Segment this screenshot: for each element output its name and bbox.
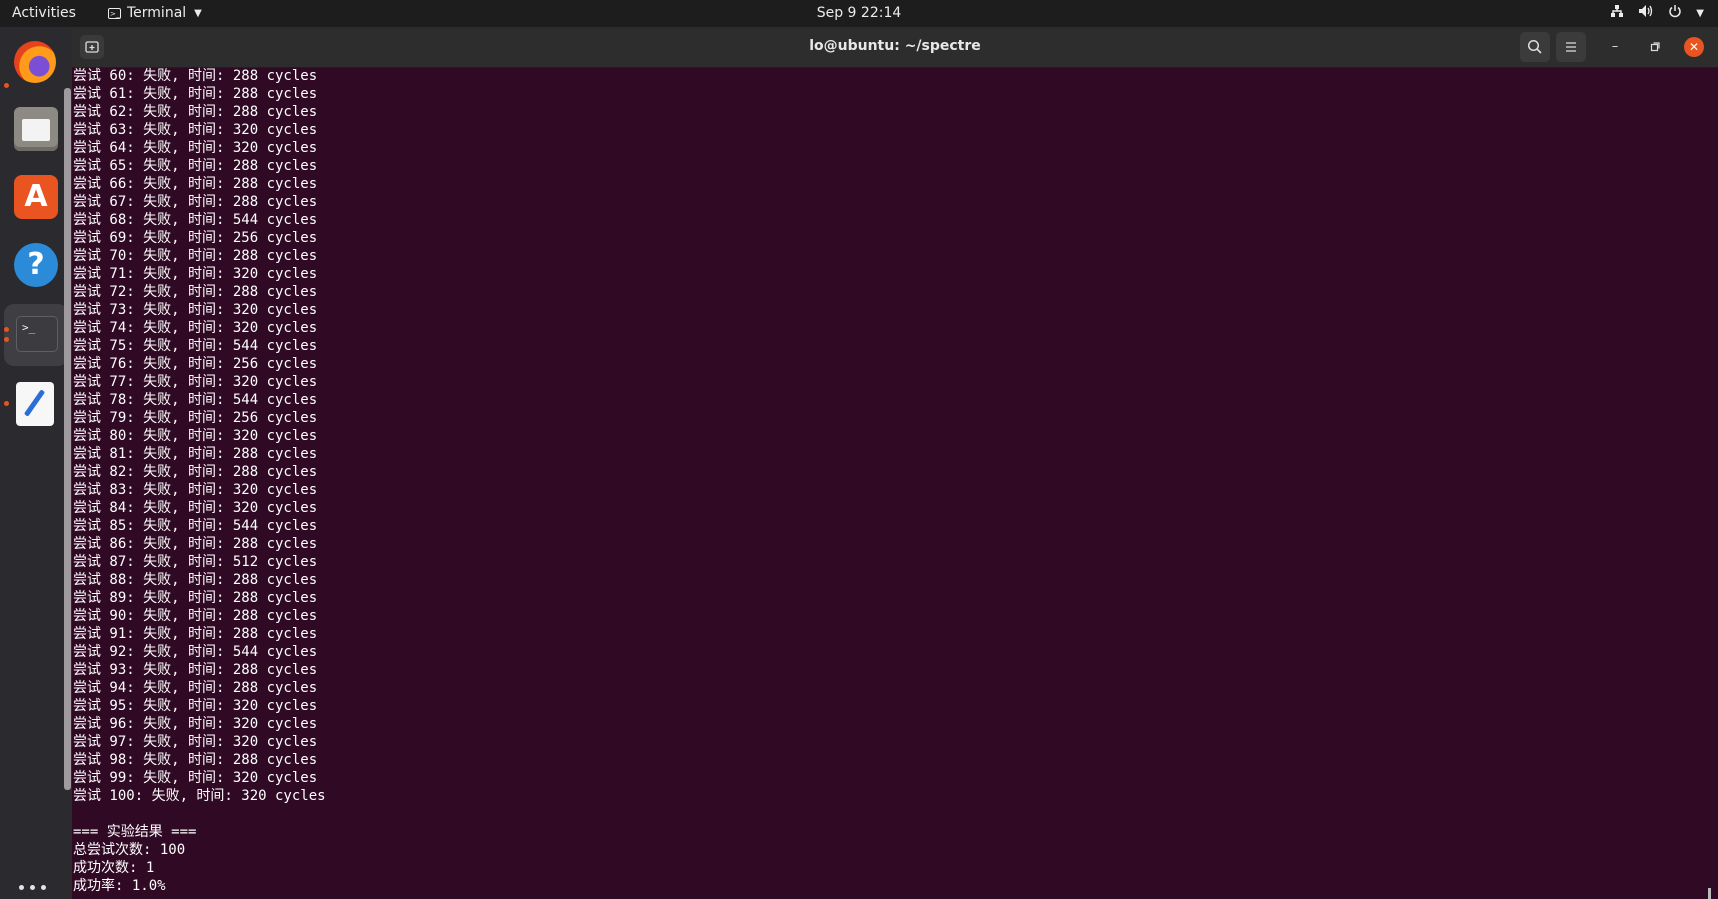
- terminal-line: 尝试 70: 失败, 时间: 288 cycles: [73, 248, 318, 264]
- terminal-line: 尝试 91: 失败, 时间: 288 cycles: [73, 626, 318, 642]
- search-button[interactable]: [1520, 32, 1550, 62]
- terminal-icon: >_: [16, 316, 58, 352]
- dock-item-files[interactable]: [0, 97, 72, 151]
- terminal-line: 尝试 65: 失败, 时间: 288 cycles: [73, 158, 318, 174]
- new-tab-button[interactable]: [80, 35, 104, 59]
- terminal-line: 尝试 62: 失败, 时间: 288 cycles: [73, 104, 318, 120]
- terminal-line: 尝试 79: 失败, 时间: 256 cycles: [73, 410, 318, 426]
- terminal-line: 尝试 85: 失败, 时间: 544 cycles: [73, 518, 318, 534]
- window-title: lo@ubuntu: ~/spectre: [809, 38, 981, 54]
- terminal-scrollbar[interactable]: [64, 88, 71, 790]
- volume-icon[interactable]: [1638, 4, 1654, 22]
- terminal-line: 尝试 69: 失败, 时间: 256 cycles: [73, 230, 318, 246]
- top-bar: Activities >_ Terminal ▼ Sep 9 22:14 ▼: [0, 0, 1718, 27]
- dock-item-text-editor[interactable]: [0, 372, 72, 426]
- running-indicator: [4, 327, 9, 332]
- network-icon[interactable]: [1610, 4, 1624, 22]
- maximize-button[interactable]: [1645, 37, 1665, 57]
- terminal-line: 尝试 72: 失败, 时间: 288 cycles: [73, 284, 318, 300]
- running-indicator: [4, 401, 9, 406]
- terminal-line: 尝试 88: 失败, 时间: 288 cycles: [73, 572, 318, 588]
- scrollbar-thumb[interactable]: [1708, 888, 1711, 899]
- files-icon: [14, 107, 58, 151]
- dock-item-firefox[interactable]: [0, 31, 72, 83]
- activities-button[interactable]: Activities: [12, 5, 76, 21]
- terminal-line: 尝试 81: 失败, 时间: 288 cycles: [73, 446, 318, 462]
- terminal-line: 尝试 86: 失败, 时间: 288 cycles: [73, 536, 318, 552]
- terminal-line: 尝试 80: 失败, 时间: 320 cycles: [73, 428, 318, 444]
- firefox-icon: [14, 41, 56, 83]
- terminal-line: 尝试 63: 失败, 时间: 320 cycles: [73, 122, 318, 138]
- power-icon[interactable]: [1668, 4, 1682, 22]
- terminal-line: 尝试 76: 失败, 时间: 256 cycles: [73, 356, 318, 372]
- terminal-line: 尝试 95: 失败, 时间: 320 cycles: [73, 698, 318, 714]
- terminal-line: 尝试 100: 失败, 时间: 320 cycles: [73, 788, 326, 804]
- clock[interactable]: Sep 9 22:14: [817, 5, 902, 21]
- terminal-line: 尝试 74: 失败, 时间: 320 cycles: [73, 320, 318, 336]
- close-button[interactable]: ✕: [1684, 37, 1704, 57]
- terminal-line: 成功次数: 1: [73, 860, 155, 876]
- minimize-button[interactable]: –: [1605, 37, 1625, 57]
- terminal-line: 尝试 96: 失败, 时间: 320 cycles: [73, 716, 318, 732]
- terminal-line: 尝试 64: 失败, 时间: 320 cycles: [73, 140, 318, 156]
- terminal-line: 尝试 68: 失败, 时间: 544 cycles: [73, 212, 318, 228]
- terminal-line: 尝试 82: 失败, 时间: 288 cycles: [73, 464, 318, 480]
- show-apps-icon[interactable]: [19, 885, 46, 890]
- terminal-output[interactable]: 尝试 60: 失败, 时间: 288 cycles 尝试 61: 失败, 时间: …: [73, 67, 1703, 899]
- chevron-down-icon: ▼: [194, 7, 202, 19]
- menu-button[interactable]: [1556, 32, 1586, 62]
- terminal-line: 尝试 87: 失败, 时间: 512 cycles: [73, 554, 318, 570]
- terminal-line: 尝试 93: 失败, 时间: 288 cycles: [73, 662, 318, 678]
- terminal-line: 尝试 89: 失败, 时间: 288 cycles: [73, 590, 318, 606]
- dock: A ? >_: [0, 27, 72, 899]
- terminal-line: 尝试 61: 失败, 时间: 288 cycles: [73, 86, 318, 102]
- terminal-line: 总尝试次数: 100: [73, 842, 186, 858]
- chevron-down-icon[interactable]: ▼: [1696, 8, 1704, 19]
- search-icon: [1527, 39, 1542, 54]
- terminal-line: 尝试 84: 失败, 时间: 320 cycles: [73, 500, 318, 516]
- terminal-line: 尝试 98: 失败, 时间: 288 cycles: [73, 752, 318, 768]
- dock-item-terminal[interactable]: >_: [4, 304, 68, 366]
- terminal-line: 尝试 83: 失败, 时间: 320 cycles: [73, 482, 318, 498]
- system-tray[interactable]: ▼: [1610, 4, 1704, 22]
- terminal-line: 尝试 71: 失败, 时间: 320 cycles: [73, 266, 318, 282]
- terminal-line: 尝试 73: 失败, 时间: 320 cycles: [73, 302, 318, 318]
- terminal-line: === 实验结果 ===: [73, 824, 197, 840]
- terminal-line: 尝试 67: 失败, 时间: 288 cycles: [73, 194, 318, 210]
- terminal-line: 尝试 66: 失败, 时间: 288 cycles: [73, 176, 318, 192]
- terminal-app-icon: >_: [108, 7, 121, 19]
- terminal-line: 尝试 60: 失败, 时间: 288 cycles: [73, 68, 318, 84]
- terminal-line: 尝试 99: 失败, 时间: 320 cycles: [73, 770, 318, 786]
- app-menu-label: Terminal: [127, 5, 187, 21]
- dock-item-app-store[interactable]: A: [0, 165, 72, 219]
- help-icon: ?: [14, 243, 58, 287]
- terminal-line: 尝试 94: 失败, 时间: 288 cycles: [73, 680, 318, 696]
- terminal-line: 尝试 90: 失败, 时间: 288 cycles: [73, 608, 318, 624]
- dock-item-help[interactable]: ?: [0, 233, 72, 287]
- terminal-line: 成功率: 1.0%: [73, 878, 166, 894]
- running-indicator: [4, 337, 9, 342]
- app-menu[interactable]: >_ Terminal ▼: [108, 5, 202, 21]
- terminal-line: 尝试 78: 失败, 时间: 544 cycles: [73, 392, 318, 408]
- terminal-line: 尝试 97: 失败, 时间: 320 cycles: [73, 734, 318, 750]
- hamburger-icon: [1566, 42, 1576, 52]
- running-indicator: [4, 83, 9, 88]
- terminal-line: 尝试 77: 失败, 时间: 320 cycles: [73, 374, 318, 390]
- text-editor-icon: [16, 382, 54, 426]
- terminal-header-bar[interactable]: lo@ubuntu: ~/spectre – ✕: [72, 27, 1718, 68]
- app-store-icon: A: [14, 175, 58, 219]
- terminal-line: 尝试 75: 失败, 时间: 544 cycles: [73, 338, 318, 354]
- terminal-line: 尝试 92: 失败, 时间: 544 cycles: [73, 644, 318, 660]
